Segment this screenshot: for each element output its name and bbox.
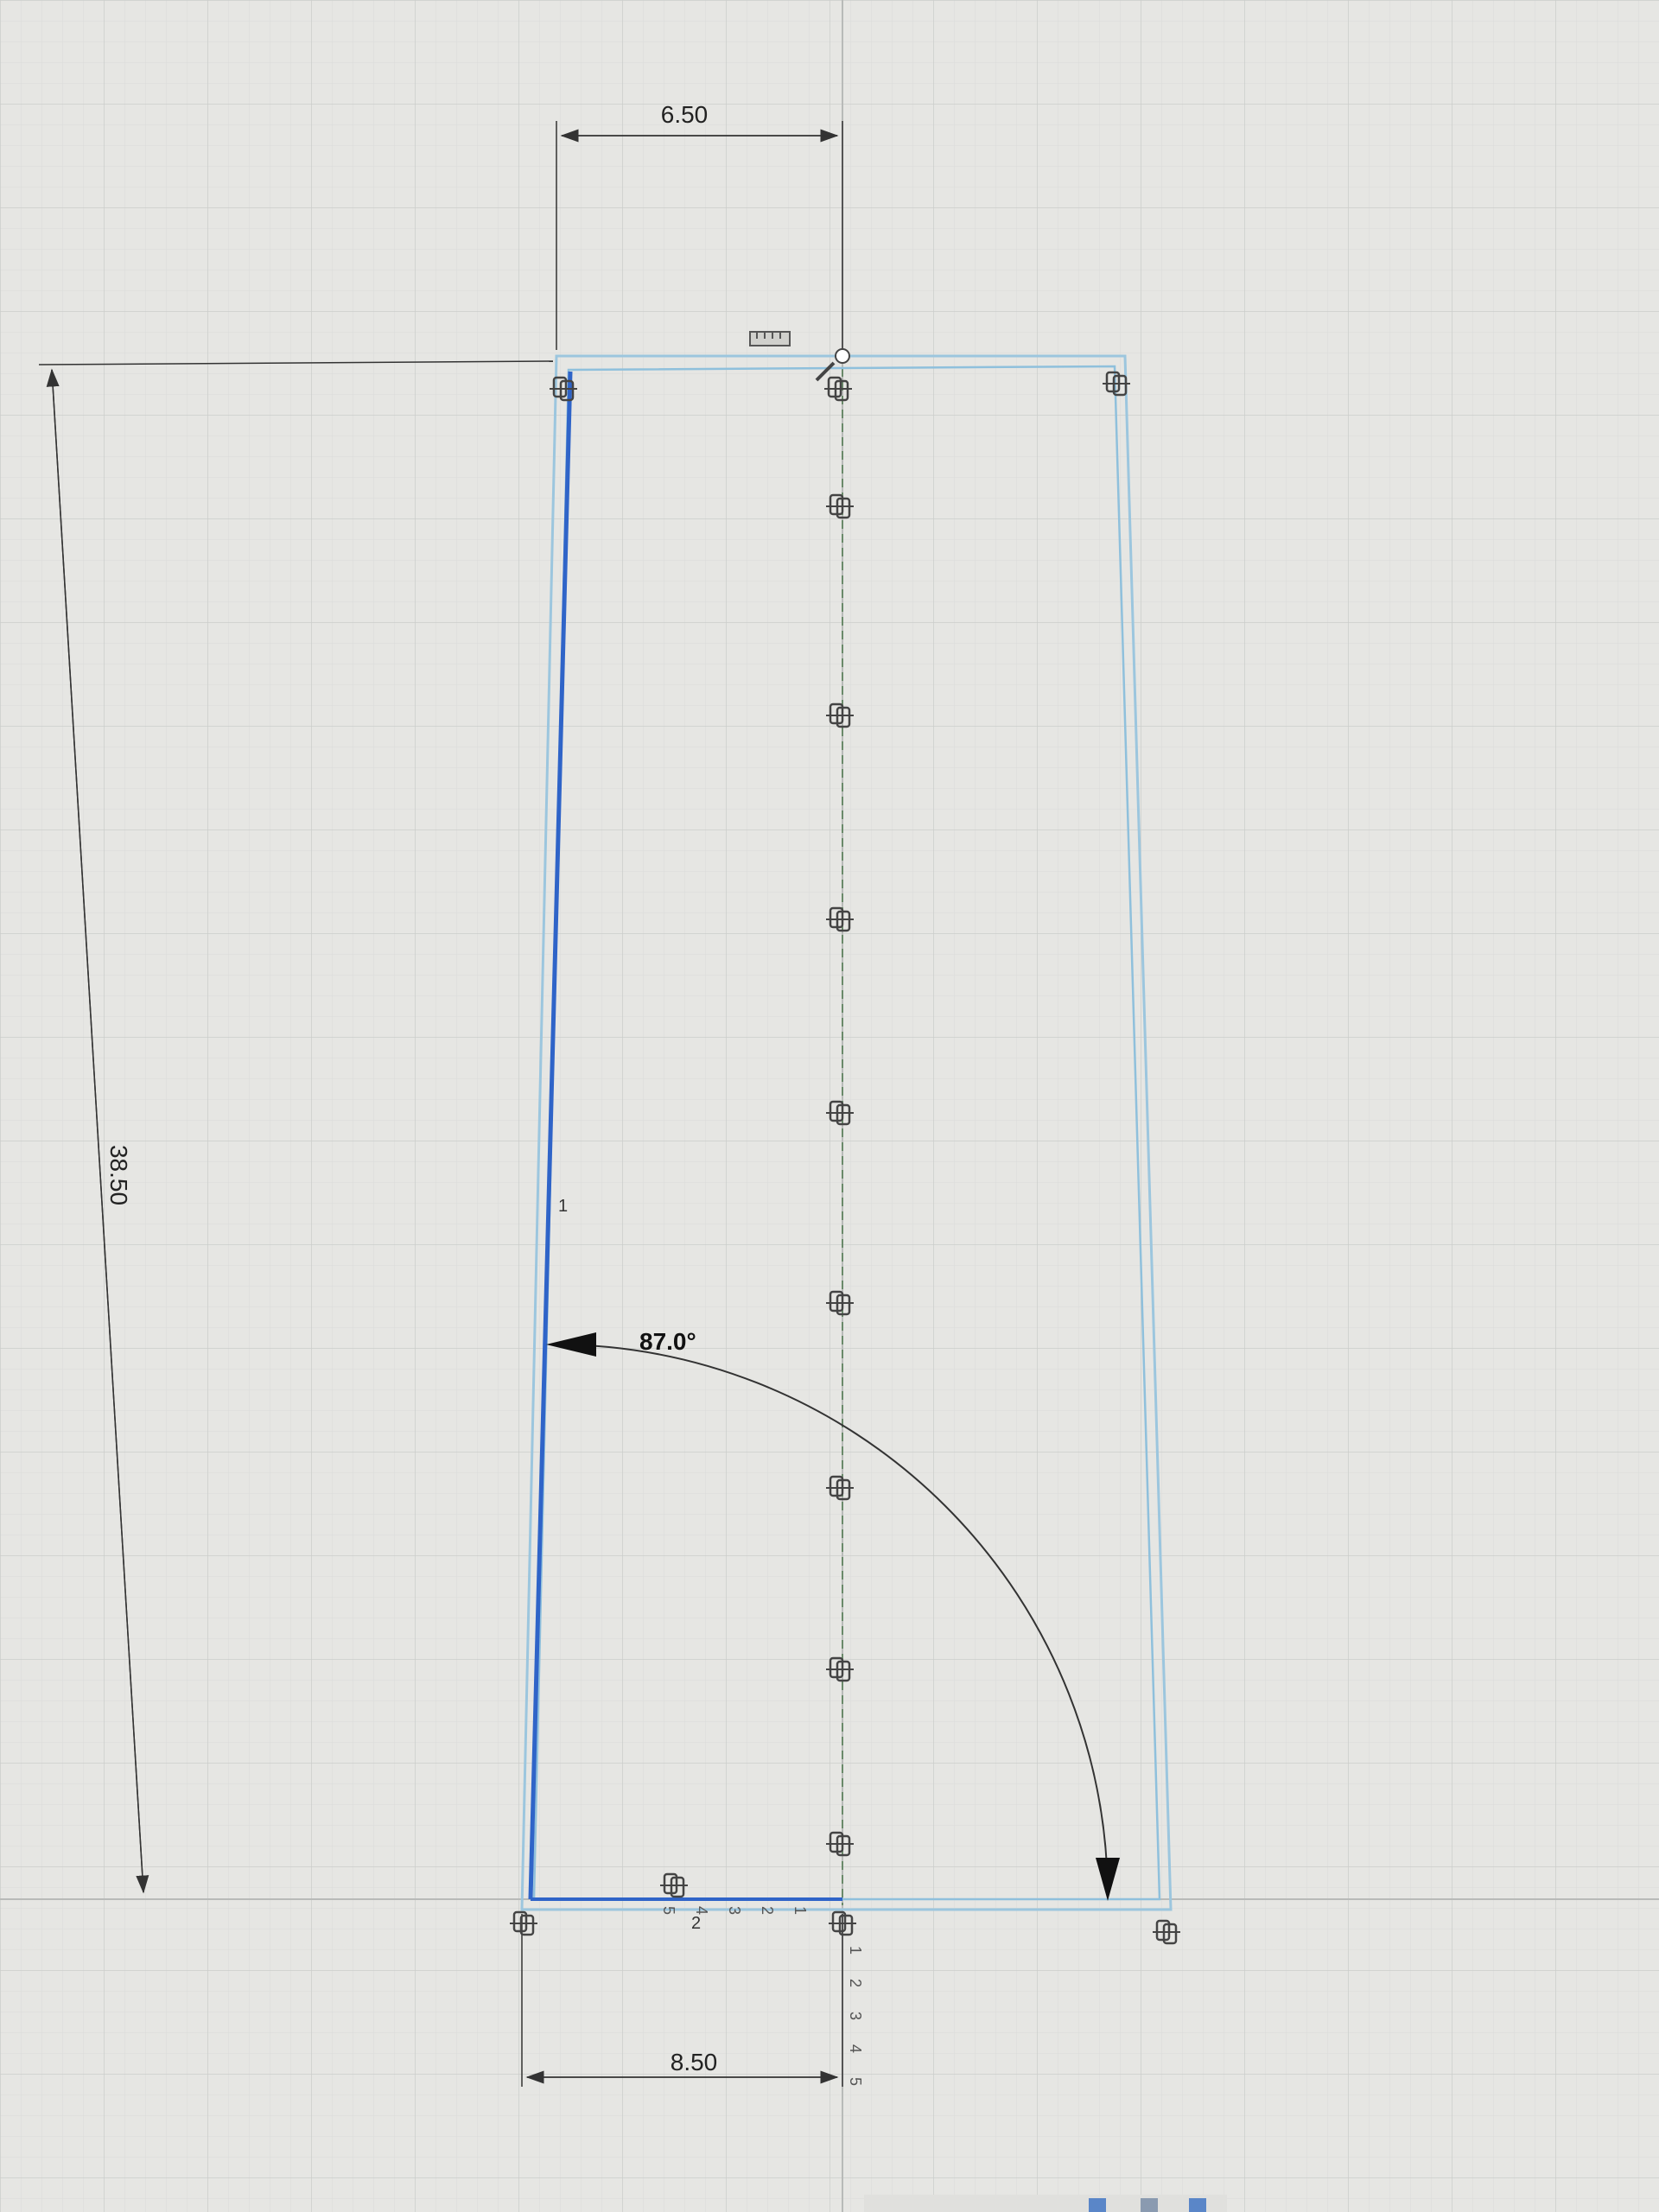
ruler-icon[interactable] <box>749 331 791 346</box>
axis-tick-label: 2 <box>759 1906 776 1915</box>
toolbar-button[interactable] <box>1089 2198 1106 2212</box>
sketch-canvas[interactable]: 6.50 38.50 8.50 87.0° 1 2 1 2 3 4 5 1 2 … <box>0 0 1659 2212</box>
axis-tick-label: 4 <box>847 2044 864 2053</box>
axis-tick-label: 3 <box>726 1906 743 1915</box>
bottom-toolbar[interactable] <box>864 2195 1227 2212</box>
toolbar-button[interactable] <box>1189 2198 1206 2212</box>
origin-index: 2 <box>691 1914 701 1933</box>
axis-tick-label: 3 <box>847 2012 864 2020</box>
dim-bottom-width[interactable]: 8.50 <box>671 2049 718 2075</box>
toolbar-button[interactable] <box>1141 2198 1158 2212</box>
axis-tick-label: 1 <box>847 1946 864 1955</box>
dim-top-width[interactable]: 6.50 <box>661 101 709 128</box>
axis-tick-label: 4 <box>693 1906 710 1915</box>
dim-angle[interactable]: 87.0° <box>639 1328 696 1355</box>
axis-tick-label: 1 <box>791 1906 809 1915</box>
dim-height[interactable]: 38.50 <box>105 1145 132 1205</box>
axis-tick-label: 5 <box>660 1906 677 1915</box>
axis-tick-label: 2 <box>847 1979 864 1987</box>
axis-tick-label: 5 <box>847 2077 864 2086</box>
sketch-svg[interactable]: 6.50 38.50 8.50 87.0° 1 2 12345 12345 <box>0 0 1659 2212</box>
left-line-index: 1 <box>558 1197 568 1216</box>
